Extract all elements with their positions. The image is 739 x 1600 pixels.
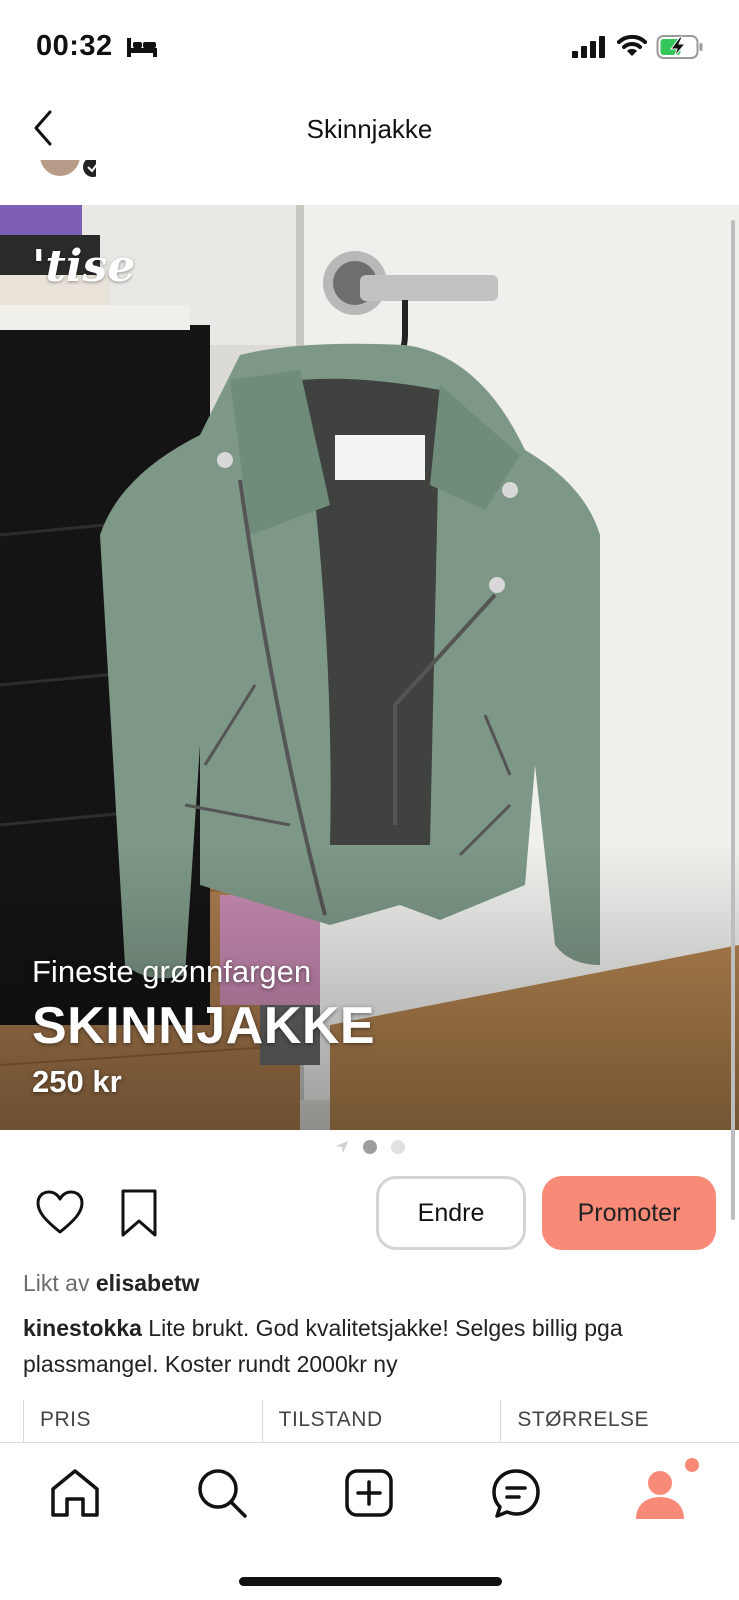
add-icon[interactable]	[341, 1465, 397, 1521]
scrollbar[interactable]	[731, 220, 735, 1220]
chat-icon[interactable]	[488, 1465, 544, 1521]
wifi-icon	[617, 34, 647, 56]
listing-description: kinestokka Lite brukt. God kvalitetsjakk…	[23, 1310, 723, 1382]
liked-by: Likt av elisabetw	[23, 1270, 199, 1297]
page-dot-1[interactable]	[362, 1140, 377, 1154]
edit-button[interactable]: Endre	[376, 1176, 526, 1250]
home-indicator[interactable]	[239, 1577, 502, 1586]
notification-badge	[685, 1458, 699, 1472]
info-header-condition: TILSTAND	[261, 1400, 501, 1444]
home-icon[interactable]	[47, 1465, 103, 1521]
listing-price: 250 kr	[32, 1064, 122, 1099]
nav-bar: Skinnjakke	[0, 90, 739, 180]
info-header-size: STØRRELSE	[500, 1400, 739, 1444]
tise-logo: 'tise	[32, 241, 136, 292]
seller-username[interactable]: kinestokka	[23, 1315, 142, 1341]
image-pagination	[0, 1137, 739, 1157]
info-header-price: PRIS	[23, 1400, 262, 1444]
liked-by-prefix: Likt av	[23, 1270, 90, 1296]
page-dot-2[interactable]	[390, 1140, 405, 1154]
location-arrow-icon	[335, 1141, 348, 1153]
tab-bar	[0, 1442, 739, 1600]
listing-overlay: Fineste grønnfargen SKINNJAKKE 250 kr	[32, 954, 375, 1100]
page-title: Skinnjakke	[306, 114, 433, 144]
listing-title: SKINNJAKKE	[32, 997, 376, 1055]
promote-button[interactable]: Promoter	[542, 1176, 716, 1250]
profile-icon[interactable]	[632, 1465, 688, 1521]
avatar[interactable]	[38, 160, 96, 182]
signal-icon	[572, 36, 605, 58]
battery-charging-icon	[656, 35, 703, 59]
search-icon[interactable]	[194, 1465, 250, 1521]
bookmark-icon[interactable]	[118, 1188, 160, 1238]
liked-by-user[interactable]: elisabetw	[96, 1270, 200, 1296]
listing-subtitle: Fineste grønnfargen	[32, 954, 312, 989]
status-time: 00:32	[36, 30, 113, 62]
bed-icon	[127, 38, 157, 57]
action-row: Endre Promoter	[0, 1176, 739, 1252]
listing-photo[interactable]: 'tise Fineste grønnfargen SKINNJAKKE 250…	[0, 205, 739, 1130]
heart-icon[interactable]	[35, 1190, 85, 1236]
status-bar: 00:32	[0, 0, 739, 90]
info-table-header: PRIS TILSTAND STØRRELSE	[23, 1400, 739, 1444]
